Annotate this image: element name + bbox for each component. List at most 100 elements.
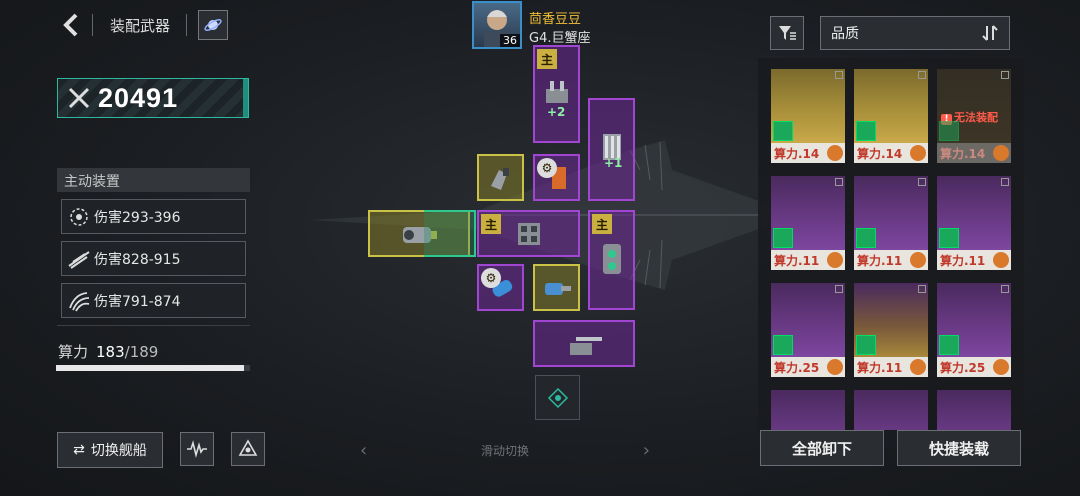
gear-icon: ⚙ <box>481 268 501 288</box>
swap-arrows-icon: ⇄ <box>73 442 85 458</box>
sort-select[interactable]: 品质 <box>820 16 1010 50</box>
card-cost-label: 算力.14 <box>940 146 986 161</box>
swipe-right-arrow[interactable]: › <box>643 440 650 461</box>
empty-slot[interactable] <box>535 375 580 420</box>
equipment-card[interactable]: 算力.14 <box>771 69 845 163</box>
equipment-card[interactable]: 算力.25 <box>771 283 845 377</box>
bonus-label: +2 <box>547 105 566 119</box>
unload-all-button[interactable]: 全部卸下 <box>760 430 884 466</box>
equipment-list: 算力.14 算力.14 ! 无法装配 算力.14 算力.11 算力.11 算力.1… <box>758 58 1024 430</box>
gear-icon <box>993 145 1009 161</box>
card-cost-label: 算力.25 <box>774 360 820 375</box>
slot-center-lower[interactable] <box>533 264 580 311</box>
skill-item[interactable]: 伤害293-396 <box>61 199 246 234</box>
slot-rear-link[interactable] <box>424 210 476 257</box>
slot-left-upper[interactable] <box>477 154 524 201</box>
select-box <box>918 71 926 79</box>
tier-badge <box>856 121 876 141</box>
railgun-icon <box>570 336 602 355</box>
equipment-card[interactable] <box>937 390 1011 430</box>
select-box <box>918 178 926 186</box>
equipment-card[interactable]: 算力.11 <box>854 176 928 270</box>
combat-power: 20491 <box>57 78 249 118</box>
divider <box>57 325 250 326</box>
capacity-total: /189 <box>124 343 159 361</box>
commander-level: 36 <box>500 34 520 47</box>
select-box <box>835 178 843 186</box>
slot-front[interactable]: 主 +2 <box>533 45 580 143</box>
active-equipment-title: 主动装置 <box>57 168 250 192</box>
spiral-icon <box>64 202 94 232</box>
card-cost-label: 算力.14 <box>774 146 820 161</box>
skill-item[interactable]: 伤害828-915 <box>61 241 246 276</box>
formation-button[interactable] <box>231 432 265 466</box>
select-box <box>918 285 926 293</box>
slot-lower-right[interactable]: 主 <box>588 210 635 310</box>
card-cost: 算力.25 <box>771 357 845 377</box>
card-cost-label: 算力.14 <box>857 146 903 161</box>
card-cost-label: 算力.11 <box>774 253 820 268</box>
unavailable-text: 无法装配 <box>954 111 998 124</box>
crossed-swords-icon <box>68 87 90 109</box>
capacity-label: 算力 183/189 <box>58 341 158 362</box>
tier-badge <box>939 121 959 141</box>
tier-badge <box>939 228 959 248</box>
card-cost: 算力.11 <box>854 250 928 270</box>
capacity-bar-fill <box>56 365 244 371</box>
gear-icon: ⚙ <box>537 158 557 178</box>
commander-avatar[interactable]: 36 <box>472 1 522 49</box>
gear-icon <box>993 252 1009 268</box>
card-cost-label: 算力.25 <box>940 360 986 375</box>
blaster-icon <box>544 282 571 295</box>
equipment-card[interactable] <box>854 390 928 430</box>
bonus-label: +1 <box>604 156 623 170</box>
equipment-card[interactable]: ! 无法装配 算力.14 <box>937 69 1011 163</box>
skill-item[interactable]: 伤害791-874 <box>61 283 246 318</box>
gear-icon <box>827 252 843 268</box>
tier-badge <box>773 121 793 141</box>
slot-center-upper[interactable]: ⚙ <box>533 154 580 201</box>
claw-icon <box>64 286 94 316</box>
quick-equip-button[interactable]: 快捷装载 <box>897 430 1021 466</box>
planet-button[interactable] <box>198 10 228 40</box>
slot-upper-right[interactable]: +1 <box>588 98 635 201</box>
tier-badge <box>856 335 876 355</box>
slot-center[interactable]: 主 <box>477 210 580 257</box>
skill-label: 伤害828-915 <box>94 251 181 268</box>
triangle-nodes-icon <box>238 439 258 456</box>
filter-button[interactable] <box>770 16 804 50</box>
card-art <box>854 390 928 430</box>
card-cost-label: 算力.11 <box>857 253 903 268</box>
combat-power-value: 20491 <box>98 82 179 113</box>
card-cost-label: 算力.11 <box>940 253 986 268</box>
tier-badge <box>856 228 876 248</box>
equipment-card[interactable]: 算力.25 <box>937 283 1011 377</box>
equipment-card[interactable] <box>771 390 845 430</box>
commander-name: 茴香豆豆 <box>529 12 582 27</box>
chevron-left-icon <box>63 13 78 37</box>
filter-icon <box>779 26 796 40</box>
card-cost: 算力.14 <box>937 143 1011 163</box>
equipment-card[interactable]: 算力.11 <box>771 176 845 270</box>
switch-ship-button[interactable]: ⇄ 切换舰船 <box>57 432 163 468</box>
slot-bottom[interactable] <box>533 320 635 367</box>
launcher-icon <box>517 222 540 245</box>
slot-left-lower[interactable]: ⚙ <box>477 264 524 311</box>
waveform-button[interactable] <box>180 432 214 466</box>
gear-icon <box>827 359 843 375</box>
gear-icon <box>910 359 926 375</box>
select-box <box>1001 285 1009 293</box>
equipment-card[interactable]: 算力.14 <box>854 69 928 163</box>
back-button[interactable] <box>56 8 86 42</box>
equipment-card[interactable]: 算力.11 <box>854 283 928 377</box>
equipment-card[interactable]: 算力.11 <box>937 176 1011 270</box>
card-cost: 算力.11 <box>937 250 1011 270</box>
divider <box>186 14 187 36</box>
commander-class: G4.巨蟹座 <box>529 31 591 46</box>
card-art <box>771 390 845 430</box>
planet-icon <box>204 19 222 31</box>
main-tag: 主 <box>592 214 612 234</box>
swipe-left-arrow[interactable]: ‹ <box>360 440 367 461</box>
tier-badge <box>773 228 793 248</box>
tier-badge <box>939 335 959 355</box>
